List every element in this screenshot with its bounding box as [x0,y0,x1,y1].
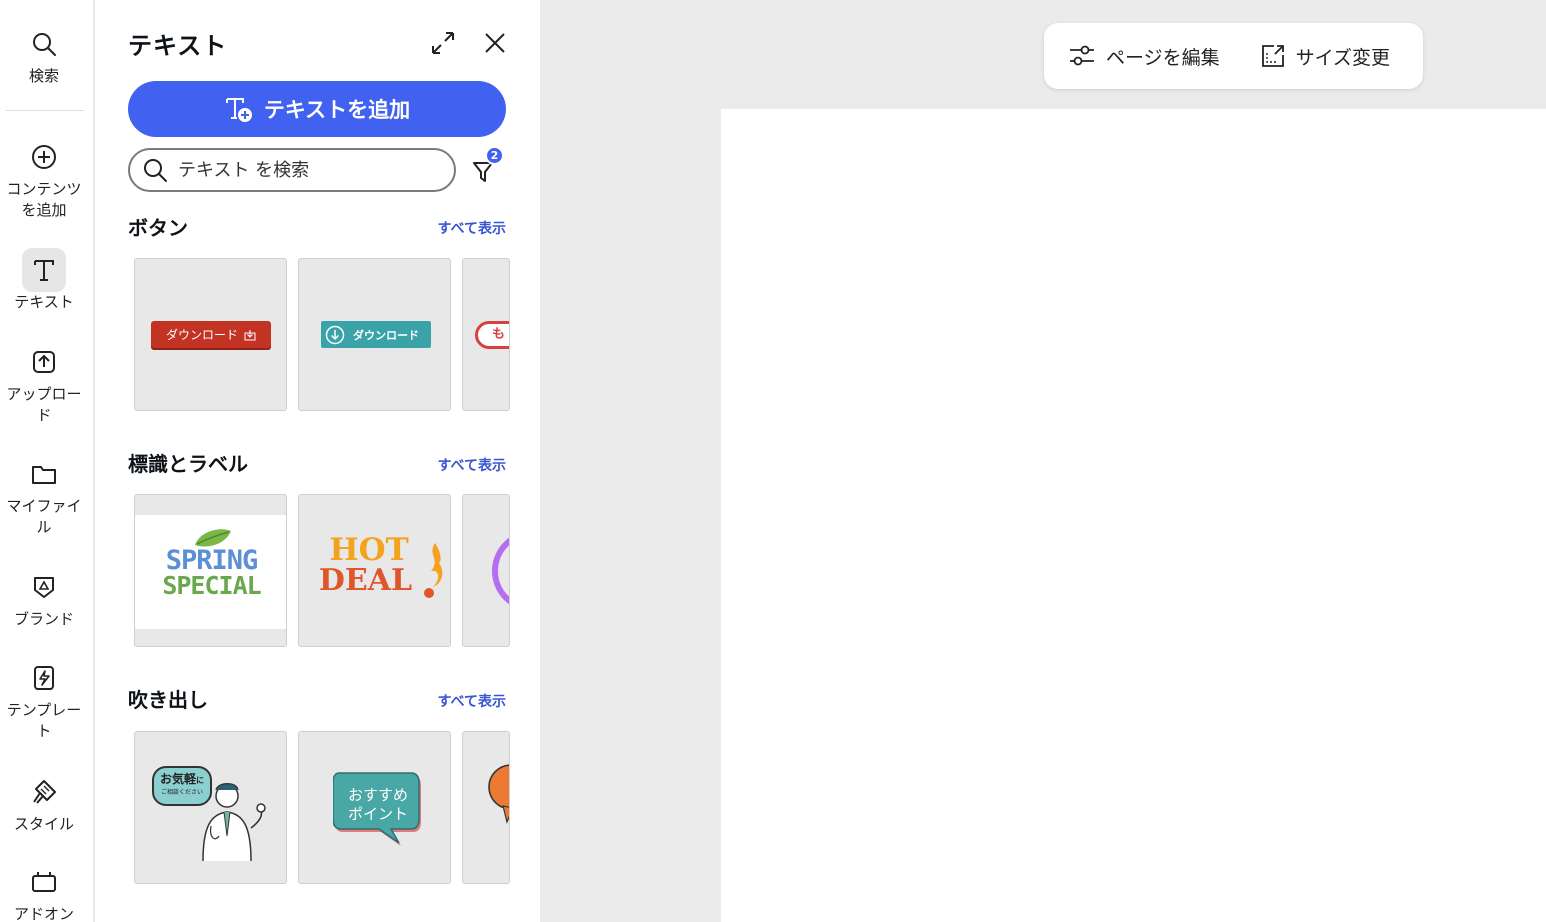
rail-item-my-files[interactable]: マイファイル [0,452,88,538]
rail-item-text[interactable]: テキスト [0,248,88,313]
bubble-line-2: ポイント [347,805,408,823]
text-panel: テキスト テキストを追加 2 ボタン すべて表示 ダウンロード ダウンロード も [95,0,540,922]
download-icon [244,329,256,340]
spring-background: SPRING SPECIAL [135,515,286,629]
rail-item-addons[interactable]: アドオン [0,860,88,922]
download-circle-icon [325,325,345,344]
download-button-red: ダウンロード [151,321,271,348]
plus-circle-icon [22,135,66,179]
deal-text: DEAL [318,563,413,598]
add-text-button[interactable]: テキストを追加 [128,81,506,137]
canvas-area: ページを編集 サイズ変更 [540,0,1546,922]
filter-count-badge: 2 [485,146,504,165]
thumb-download-teal[interactable]: ダウンロード [298,258,451,411]
download-button-teal: ダウンロード [321,321,431,348]
rail-item-label: アップロード [6,385,82,424]
design-page[interactable] [721,109,1546,922]
search-box[interactable] [128,148,456,192]
text-t-icon [22,248,66,292]
close-icon [485,33,505,53]
rail-item-label: テキスト [14,293,74,311]
see-all-buttons[interactable]: すべて表示 [438,218,506,238]
thumb-doctor-bubble[interactable]: お気軽に ご相談ください [134,731,287,884]
brand-icon [22,565,66,609]
close-button[interactable] [480,28,510,58]
rail-item-brand[interactable]: ブランド [0,565,88,630]
edit-page-label: ページを編集 [1106,46,1220,69]
add-text-label: テキストを追加 [263,98,411,122]
rail-item-search[interactable]: 検索 [0,22,88,87]
bubble-text-block: おすすめ ポイント [335,786,421,824]
flame-icon [424,543,443,598]
rail-divider [6,110,84,111]
briefcase-icon [22,860,66,904]
resize-icon [1261,45,1284,67]
pill-label: も [492,327,506,342]
rail-item-label: 検索 [28,67,59,85]
see-all-bubbles[interactable]: すべて表示 [438,691,506,711]
see-all-signs[interactable]: すべて表示 [438,455,506,475]
edit-page-button[interactable]: ページを編集 [1068,43,1220,70]
pill-button-red: も [475,321,509,349]
rail-item-label: アドオン [13,905,74,922]
section-title-signs: 標識とラベル [128,452,248,476]
expand-icon [432,32,454,54]
page-toolbar: ページを編集 サイズ変更 [1044,23,1423,89]
bubble-line-1: おすすめ [347,786,408,804]
search-icon [22,22,66,66]
upload-icon [22,340,66,384]
thumb-download-red[interactable]: ダウンロード [134,258,287,411]
thumb-partial-button[interactable]: も [462,258,510,411]
brush-icon [22,770,66,814]
search-input[interactable] [178,159,438,181]
section-title-bubbles: 吹き出し [128,688,208,712]
thumb-hot-deal[interactable]: HOT DEAL [298,494,451,647]
rail-item-styles[interactable]: スタイル [0,770,88,835]
rail-item-label: スタイル [13,815,74,833]
left-rail: 検索 コンテンツを追加 テキスト アップロード マイファイル ブランド テンプレ… [0,0,94,922]
resize-label: サイズ変更 [1295,46,1391,69]
thumb-spring-special[interactable]: SPRING SPECIAL [134,494,287,647]
circle-badge-shape [492,537,509,605]
search-icon [144,159,167,182]
resize-button[interactable]: サイズ変更 [1260,43,1390,70]
rail-item-label: マイファイル [6,497,82,536]
rail-item-templates[interactable]: テンプレート [0,656,88,742]
rail-item-label: ブランド [13,610,74,628]
add-text-icon [225,98,252,122]
download-label: ダウンロード [353,328,419,342]
rail-item-label: テンプレート [6,701,82,740]
template-icon [22,656,66,700]
thumb-partial-bubble[interactable] [462,731,510,884]
folder-icon [22,452,66,496]
panel-title: テキスト [128,32,228,60]
thumb-green-bubble[interactable]: おすすめ ポイント [298,731,451,884]
hot-text: HOT [329,532,409,568]
rail-item-add-content[interactable]: コンテンツを追加 [0,135,88,221]
doctor-illustration [202,783,266,861]
spring-text: SPRING [165,545,259,576]
special-text: SPECIAL [162,571,261,600]
rail-item-upload[interactable]: アップロード [0,340,88,426]
thumb-partial-sign[interactable] [462,494,510,647]
expand-button[interactable] [428,28,458,58]
bubble-main-text: お気軽 [159,772,196,786]
section-title-buttons: ボタン [128,216,188,240]
orange-bubble-shape [488,764,509,824]
rail-item-label: コンテンツを追加 [6,180,82,219]
download-label: ダウンロード [165,328,238,342]
sliders-icon [1070,45,1094,66]
